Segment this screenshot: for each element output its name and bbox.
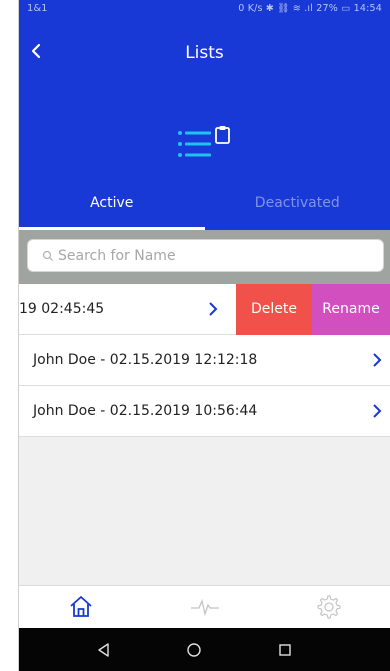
tab-active[interactable]: Active bbox=[19, 176, 205, 230]
rename-button[interactable]: Rename bbox=[312, 283, 390, 335]
search-placeholder: Search for Name bbox=[58, 247, 176, 264]
phone-screen: 1&1 0 K/s ✱ ⛓ ≋ .ıl 27% ▭ 14:54 Lists Ac… bbox=[18, 0, 390, 671]
pulse-icon[interactable] bbox=[143, 597, 267, 617]
list-item[interactable]: John Doe - 02.15.2019 10:56:44 bbox=[19, 386, 390, 437]
chevron-right-icon[interactable] bbox=[364, 401, 390, 421]
empty-area bbox=[19, 437, 390, 585]
carrier-label: 1&1 bbox=[27, 3, 48, 14]
search-container: Search for Name bbox=[19, 230, 390, 284]
recents-square-icon[interactable] bbox=[270, 635, 300, 665]
delete-button[interactable]: Delete bbox=[236, 283, 312, 335]
list-item-text: John Doe - 02.15.2019 10:56:44 bbox=[33, 403, 258, 419]
home-icon[interactable] bbox=[19, 595, 143, 619]
bottom-nav bbox=[19, 585, 390, 628]
header: Lists Active Deactivated bbox=[19, 17, 390, 230]
list: 19 02:45:45 Delete Rename John Doe - 02.… bbox=[19, 283, 390, 437]
search-input[interactable]: Search for Name bbox=[27, 239, 384, 272]
android-navigation-bar bbox=[19, 628, 390, 671]
gear-icon[interactable] bbox=[266, 593, 390, 621]
status-indicators: 0 K/s ✱ ⛓ ≋ .ıl 27% ▭ 14:54 bbox=[238, 3, 382, 14]
chevron-right-icon[interactable] bbox=[200, 299, 226, 319]
chevron-right-icon[interactable] bbox=[364, 350, 390, 370]
clipboard-list-icon bbox=[176, 125, 244, 165]
swipe-actions: Delete Rename bbox=[236, 283, 390, 335]
page-title: Lists bbox=[185, 43, 224, 63]
list-item-swiped[interactable]: 19 02:45:45 Delete Rename bbox=[19, 283, 390, 335]
tab-bar: Active Deactivated bbox=[19, 176, 390, 230]
status-bar: 1&1 0 K/s ✱ ⛓ ≋ .ıl 27% ▭ 14:54 bbox=[19, 0, 390, 17]
search-icon bbox=[42, 250, 54, 262]
tab-deactivated[interactable]: Deactivated bbox=[205, 176, 390, 230]
list-item-text: John Doe - 02.15.2019 12:12:18 bbox=[33, 352, 258, 368]
home-circle-icon[interactable] bbox=[179, 635, 209, 665]
list-item-text: 19 02:45:45 bbox=[19, 301, 105, 317]
list-item[interactable]: John Doe - 02.15.2019 12:12:18 bbox=[19, 335, 390, 386]
back-triangle-icon[interactable] bbox=[89, 635, 119, 665]
